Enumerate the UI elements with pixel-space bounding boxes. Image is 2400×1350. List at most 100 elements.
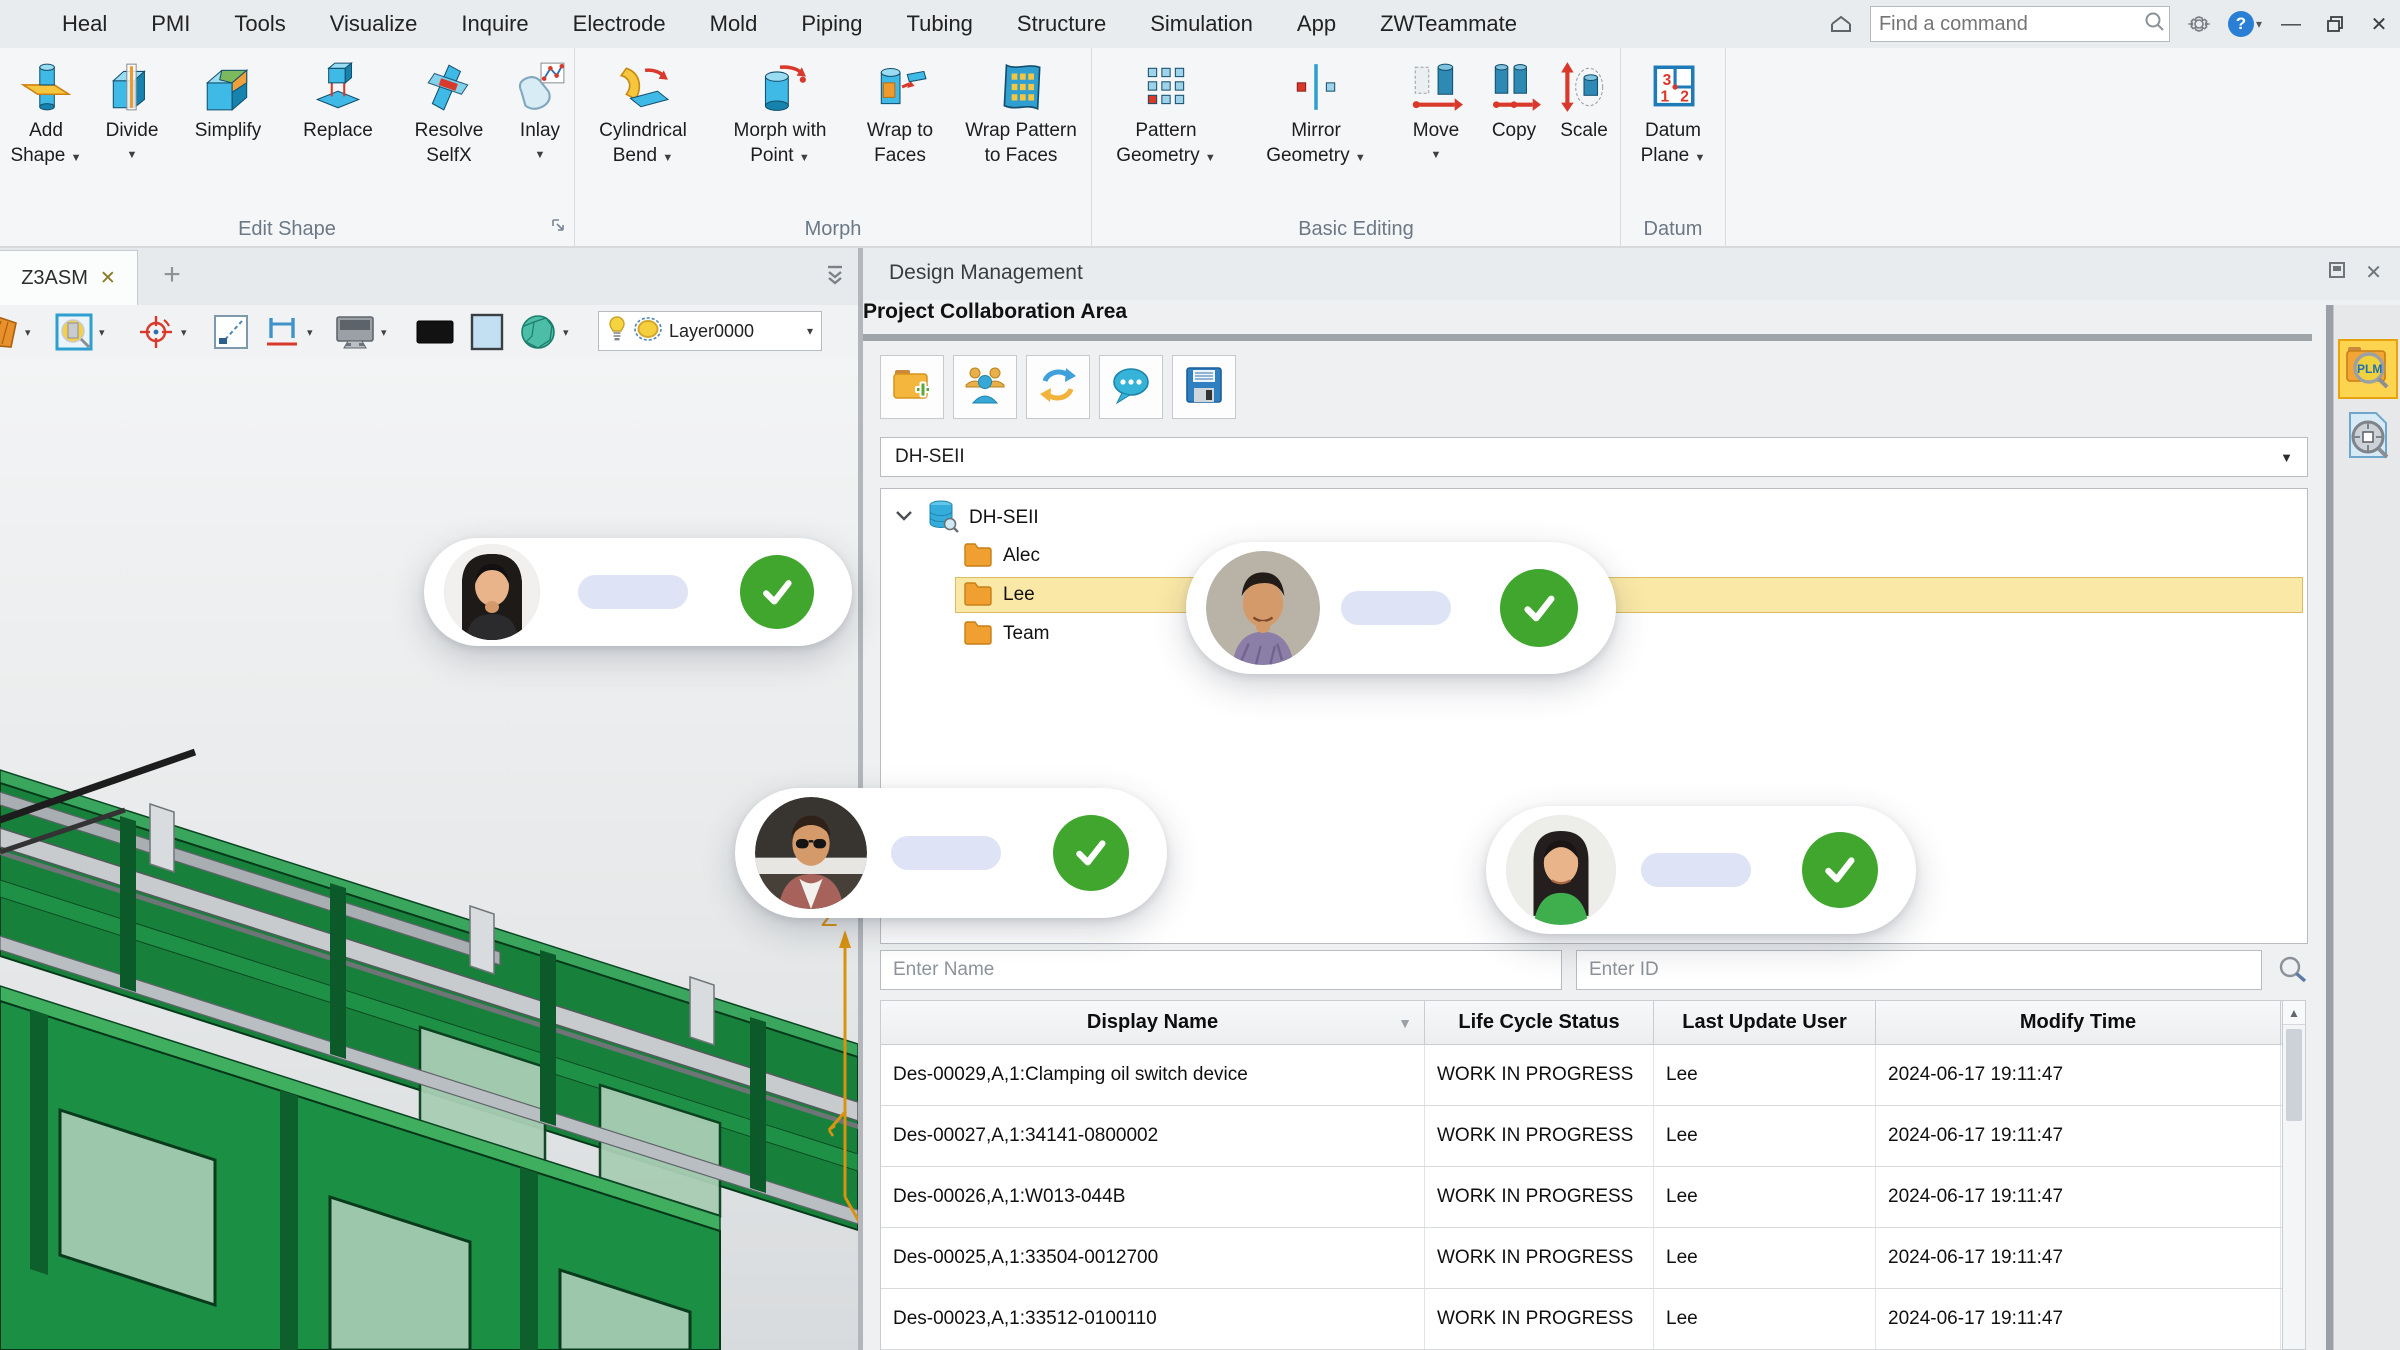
- dock-tab-part-search[interactable]: [2338, 407, 2398, 467]
- viewport-tool-dimension[interactable]: ▾: [262, 313, 313, 351]
- ribbon-button-mirror-geometry[interactable]: MirrorGeometry ▼: [1240, 60, 1392, 171]
- panel-button-chat[interactable]: [1099, 355, 1163, 419]
- ribbon-button-pattern-geometry[interactable]: PatternGeometry ▼: [1092, 60, 1240, 171]
- menu-item-visualize[interactable]: Visualize: [308, 5, 440, 43]
- id-filter-input[interactable]: [1576, 950, 2262, 990]
- database-search-icon: [927, 499, 959, 538]
- menu-item-piping[interactable]: Piping: [779, 5, 884, 43]
- viewport-tool-shaded-ball[interactable]: ▾: [518, 313, 569, 351]
- ribbon-button-replace[interactable]: Replace: [284, 60, 392, 143]
- table-cell: 2024-06-17 19:11:47: [1876, 1106, 2281, 1166]
- dialog-launcher-icon[interactable]: [551, 218, 566, 238]
- pane-collapse-icon[interactable]: [822, 264, 848, 291]
- menu-item-heal[interactable]: Heal: [40, 5, 129, 43]
- menu-item-structure[interactable]: Structure: [995, 5, 1128, 43]
- chevron-down-icon[interactable]: ▾: [807, 324, 813, 338]
- command-search-box[interactable]: [1870, 6, 2170, 42]
- new-tab-button[interactable]: +: [152, 258, 192, 294]
- menu-item-app[interactable]: App: [1275, 5, 1358, 43]
- tree-root-row[interactable]: DH-SEII: [881, 499, 2307, 537]
- menu-item-tubing[interactable]: Tubing: [884, 5, 994, 43]
- scroll-up-arrow[interactable]: ▲: [2283, 1001, 2305, 1025]
- column-header-life-cycle-status[interactable]: Life Cycle Status: [1425, 1001, 1654, 1044]
- layer-selector[interactable]: Layer0000 ▾: [598, 311, 822, 351]
- close-button[interactable]: ✕: [2364, 9, 2394, 39]
- chevron-down-icon[interactable]: ▼: [2280, 450, 2293, 465]
- minimize-button[interactable]: —: [2276, 9, 2306, 39]
- ribbon-button-datum-plane[interactable]: 312DatumPlane ▼: [1621, 60, 1725, 171]
- table-row[interactable]: Des-00027,A,1:34141-0800002WORK IN PROGR…: [881, 1106, 2282, 1167]
- column-header-modify-time[interactable]: Modify Time: [1876, 1001, 2281, 1044]
- table-row[interactable]: Des-00025,A,1:33504-0012700WORK IN PROGR…: [881, 1228, 2282, 1289]
- tree-expander-icon[interactable]: [895, 509, 913, 527]
- ribbon-button-move[interactable]: Move▼: [1392, 60, 1480, 168]
- folder-icon: [963, 541, 993, 572]
- table-cell: WORK IN PROGRESS: [1425, 1167, 1654, 1227]
- project-selector[interactable]: DH-SEII ▼: [880, 437, 2308, 477]
- table-body: Des-00029,A,1:Clamping oil switch device…: [881, 1045, 2282, 1350]
- viewport-tool-swatch-black[interactable]: [416, 313, 454, 351]
- menu-item-simulation[interactable]: Simulation: [1128, 5, 1275, 43]
- document-tab-active[interactable]: Z3ASM ✕: [0, 250, 138, 305]
- name-placeholder-pill: [578, 575, 688, 609]
- table-row[interactable]: Des-00029,A,1:Clamping oil switch device…: [881, 1045, 2282, 1106]
- tree-item-label: Team: [1003, 623, 1049, 645]
- gear-icon[interactable]: [2184, 9, 2214, 39]
- column-header-display-name[interactable]: Display Name▼: [881, 1001, 1425, 1044]
- menu-item-mold[interactable]: Mold: [688, 5, 780, 43]
- ribbon-button-inlay[interactable]: Inlay▼: [506, 60, 574, 168]
- table-scrollbar[interactable]: ▲: [2282, 1000, 2306, 1350]
- ribbon-button-simplify[interactable]: Simplify: [172, 60, 284, 143]
- ribbon-button-divide[interactable]: Divide▼: [92, 60, 172, 168]
- command-search-input[interactable]: [1879, 13, 2144, 36]
- ribbon-button-cylindrical-bend[interactable]: CylindricalBend ▼: [575, 60, 711, 171]
- document-tab-bar: Z3ASM ✕ +: [0, 248, 858, 305]
- avatar: [755, 797, 867, 909]
- table-row[interactable]: Des-00026,A,1:W013-044BWORK IN PROGRESSL…: [881, 1167, 2282, 1228]
- wrap-to-faces-icon: [873, 60, 927, 114]
- panel-button-save[interactable]: [1172, 355, 1236, 419]
- table-cell: 2024-06-17 19:11:47: [1876, 1228, 2281, 1288]
- tab-close-icon[interactable]: ✕: [100, 267, 116, 290]
- scroll-thumb[interactable]: [2286, 1029, 2302, 1121]
- help-control[interactable]: ? ▾: [2228, 11, 2262, 37]
- menu-item-tools[interactable]: Tools: [212, 5, 307, 43]
- panel-title: Design Management: [889, 261, 1083, 285]
- column-header-last-update-user[interactable]: Last Update User: [1654, 1001, 1876, 1044]
- panel-button-sync[interactable]: [1026, 355, 1090, 419]
- ribbon-button-add-shape[interactable]: AddShape ▼: [0, 60, 92, 171]
- name-filter-input[interactable]: [880, 950, 1562, 990]
- table-cell: 2024-06-17 19:11:47: [1876, 1167, 2281, 1227]
- menu-item-inquire[interactable]: Inquire: [439, 5, 550, 43]
- viewport-tool-display-monitor[interactable]: ▾: [334, 313, 387, 351]
- viewport-tool-swatch-blue[interactable]: [470, 313, 504, 351]
- team-icon: [963, 363, 1007, 412]
- viewport-tool-shell[interactable]: ▾: [0, 313, 31, 351]
- ribbon-button-morph-with-point[interactable]: Morph withPoint ▼: [711, 60, 849, 171]
- ribbon-button-copy[interactable]: Copy: [1480, 60, 1548, 143]
- chevron-down-icon: ▾: [181, 326, 187, 339]
- panel-restore-icon[interactable]: [2327, 260, 2347, 285]
- menu-item-pmi[interactable]: PMI: [129, 5, 212, 43]
- viewport-tool-magnify-entity[interactable]: ▾: [54, 313, 105, 351]
- panel-button-new-folder[interactable]: [880, 355, 944, 419]
- menu-item-electrode[interactable]: Electrode: [551, 5, 688, 43]
- ribbon-button-resolve-selfx[interactable]: ResolveSelfX: [392, 60, 506, 168]
- table-cell: Des-00027,A,1:34141-0800002: [881, 1106, 1425, 1166]
- panel-button-team[interactable]: [953, 355, 1017, 419]
- filter-search-button[interactable]: [2275, 952, 2311, 988]
- ribbon-button-wrap-pattern-to-faces[interactable]: Wrap Patternto Faces: [951, 60, 1091, 168]
- table-row[interactable]: Des-00023,A,1:33512-0100110WORK IN PROGR…: [881, 1289, 2282, 1350]
- table-cell: Des-00025,A,1:33504-0012700: [881, 1228, 1425, 1288]
- ribbon-button-scale[interactable]: Scale: [1548, 60, 1620, 143]
- viewport-tool-point-target[interactable]: ▾: [136, 313, 187, 351]
- ribbon-spacer: [1726, 48, 2400, 246]
- dock-tab-plm-search[interactable]: PLM: [2338, 339, 2398, 399]
- viewport-3d[interactable]: Z: [0, 357, 858, 1350]
- viewport-tool-split-pane[interactable]: [212, 313, 250, 351]
- restore-button[interactable]: [2320, 9, 2350, 39]
- ribbon-button-wrap-to-faces[interactable]: Wrap toFaces: [849, 60, 951, 168]
- menu-item-zwteammate[interactable]: ZWTeammate: [1358, 5, 1539, 43]
- panel-close-icon[interactable]: ✕: [2365, 260, 2382, 285]
- ribbon-collapse-icon[interactable]: [1826, 9, 1856, 39]
